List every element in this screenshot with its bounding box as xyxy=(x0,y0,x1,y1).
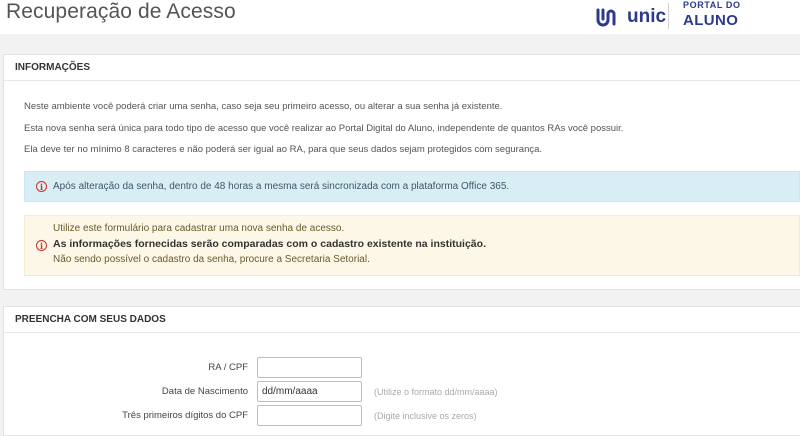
ra-cpf-input[interactable] xyxy=(257,357,362,378)
cpf-digits-hint: (Digite inclusive os zeros) xyxy=(374,411,477,421)
unic-wave-icon xyxy=(596,8,616,27)
cpf-digits-label: Três primeiros dígitos do CPF xyxy=(122,410,248,421)
form-panel: PREENCHA COM SEUS DADOS RA / CPF Data de… xyxy=(3,306,800,436)
info-icon: i xyxy=(36,240,47,251)
unic-logo: unic xyxy=(595,4,666,30)
ra-cpf-label: RA / CPF xyxy=(208,362,248,373)
warning-alert: i Utilize este formulário para cadastrar… xyxy=(24,215,800,276)
portal-logo-line2: ALUNO xyxy=(683,12,739,29)
birth-date-hint: (Utilize o formato dd/mm/aaaa) xyxy=(374,387,498,397)
logo-divider xyxy=(668,3,669,29)
information-panel: INFORMAÇÕES Neste ambiente você poderá c… xyxy=(3,54,800,290)
info-line: Neste ambiente você poderá criar uma sen… xyxy=(24,101,503,112)
information-heading: INFORMAÇÕES xyxy=(4,55,800,81)
form-heading: PREENCHA COM SEUS DADOS xyxy=(4,307,800,333)
info-line: Ela deve ter no mínimo 8 caracteres e nã… xyxy=(24,144,543,155)
warning-alert-line: Não sendo possível o cadastro da senha, … xyxy=(53,254,370,265)
info-line: Esta nova senha será única para todo tip… xyxy=(24,123,624,134)
info-alert: i Após alteração da senha, dentro de 48 … xyxy=(24,171,800,202)
info-icon: i xyxy=(36,181,47,192)
birth-date-input[interactable] xyxy=(257,381,362,402)
info-alert-text: Após alteração da senha, dentro de 48 ho… xyxy=(53,181,510,192)
portal-logo-line1: PORTAL DO xyxy=(683,0,741,10)
warning-alert-line: Utilize este formulário para cadastrar u… xyxy=(53,223,345,234)
page-header: Recuperação de Acesso unic PORTAL DO ALU… xyxy=(0,0,800,34)
cpf-digits-input[interactable] xyxy=(257,405,362,426)
portal-aluno-logo: PORTAL DO ALUNO xyxy=(683,0,741,29)
warning-alert-line-bold: As informações fornecidas serão comparad… xyxy=(53,238,486,250)
unic-wordmark: unic xyxy=(627,6,667,27)
birth-date-label: Data de Nascimento xyxy=(161,386,248,397)
page-title: Recuperação de Acesso xyxy=(6,0,236,23)
